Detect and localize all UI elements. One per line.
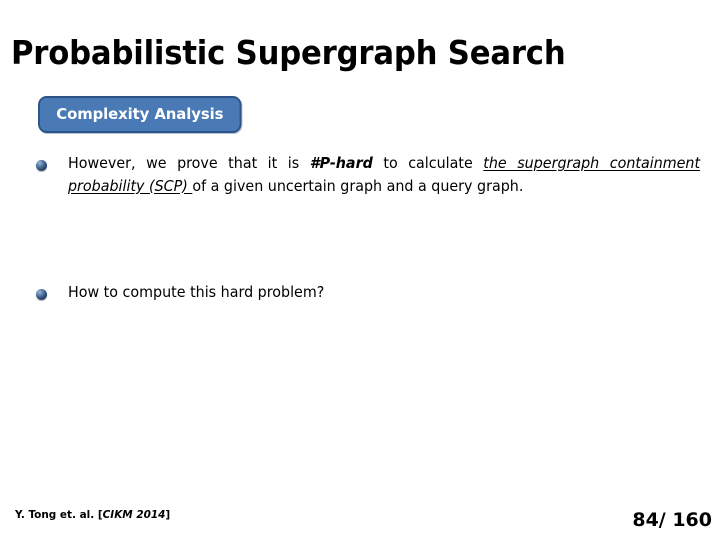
list-item-text: How to compute this hard problem? <box>68 281 700 304</box>
status-badge: Complexity Analysis <box>38 96 242 133</box>
list-item: How to compute this hard problem? <box>20 281 700 304</box>
bullet-segment-plain-4: How to compute this hard problem? <box>68 283 325 301</box>
footer-citation-suffix: ] <box>165 508 171 521</box>
list-item-text: However, we prove that it is #P-hard to … <box>68 152 700 197</box>
bullet-segment-emphasis-pphard: #P-hard <box>309 154 373 172</box>
footer-citation: Y. Tong et. al. [CIKM 2014] <box>15 508 170 522</box>
slide-content-area: Complexity Analysis However, we prove th… <box>20 88 700 478</box>
footer-citation-prefix: Y. Tong et. al. [ <box>15 508 103 521</box>
sphere-bullet-icon <box>36 289 47 300</box>
page-title: Probabilistic Supergraph Search <box>11 33 566 72</box>
list-item: However, we prove that it is #P-hard to … <box>20 152 700 197</box>
page-number-indicator: 84/ 160 <box>632 509 712 531</box>
bullet-segment-plain-1: However, we prove that it is <box>68 154 310 172</box>
slide-canvas: Probabilistic Supergraph Search Complexi… <box>0 0 720 540</box>
bullet-segment-plain-2: to calculate <box>372 154 484 172</box>
section-badge-container: Complexity Analysis <box>38 96 250 133</box>
footer-citation-venue: CIKM 2014 <box>102 508 166 521</box>
bullet-list: However, we prove that it is #P-hard to … <box>20 152 700 304</box>
sphere-bullet-icon <box>36 160 47 171</box>
bullet-segment-plain-3: of a given uncertain graph and a query g… <box>192 176 524 195</box>
